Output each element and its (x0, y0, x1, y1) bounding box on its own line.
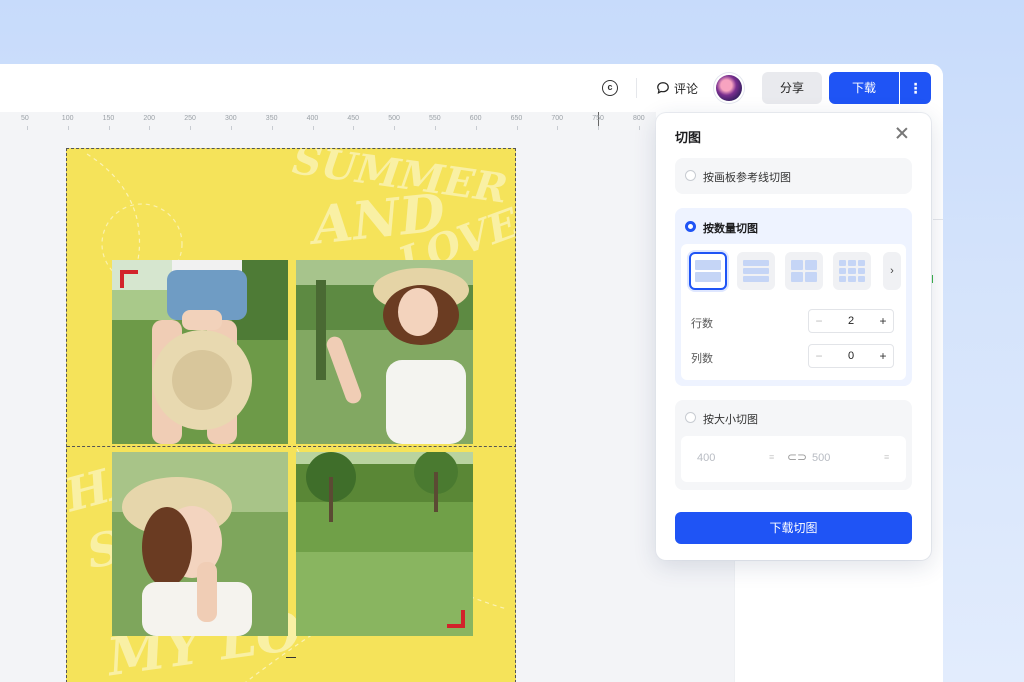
slice-guide-line[interactable] (67, 446, 515, 447)
cols-label: 列数 (691, 353, 713, 365)
corner-marker-bottom-right (447, 610, 465, 628)
layout-preset-1x2[interactable] (689, 252, 727, 290)
option-guides-label: 按画板参考线切图 (703, 172, 791, 184)
ruler-tick-label: 100 (61, 115, 74, 122)
rows-stepper[interactable]: − 2 + (808, 309, 894, 333)
ruler-tick-label: 550 (429, 115, 441, 122)
ruler-tick-label: 600 (469, 115, 482, 122)
cols-value[interactable]: 0 (829, 345, 873, 367)
ruler-tick-label: 700 (551, 115, 564, 122)
panel-title: 切图 (675, 130, 702, 145)
radio-count[interactable] (685, 221, 696, 232)
cols-decrement-button[interactable]: − (809, 345, 829, 367)
cols-stepper[interactable]: − 0 + (808, 344, 894, 368)
artboard[interactable]: SUMMER AND LOVE HA SU MY LO (66, 148, 516, 682)
option-count-label: 按数量切图 (703, 223, 758, 235)
option-slice-by-size[interactable]: 按大小切图 400 ≡ ⊂⊃ 500 ≡ (675, 400, 912, 490)
ruler-tick-label: 750 (592, 115, 604, 122)
status-indicator (931, 275, 933, 283)
cols-increment-button[interactable]: + (873, 345, 893, 367)
ruler-tick-label: 300 (225, 115, 237, 122)
layout-preset-3x3[interactable] (833, 252, 871, 290)
layout-preset-2x2[interactable] (785, 252, 823, 290)
layout-preset-1x3[interactable] (737, 252, 775, 290)
download-button[interactable]: 下载 (829, 72, 899, 104)
comment-icon (657, 82, 669, 94)
share-button[interactable]: 分享 (762, 72, 822, 104)
more-options-button[interactable]: ⋮ (900, 72, 931, 104)
editor-window: c 评论 分享 下载 ⋮ 50 100 150 200 250 300 350 400 450 5… (0, 64, 943, 682)
chevron-right-icon[interactable]: › (883, 252, 901, 290)
option-slice-by-guides[interactable]: 按画板参考线切图 (675, 158, 912, 194)
height-unit-icon: ≡ (884, 452, 890, 462)
download-slices-button[interactable]: 下载切图 (675, 512, 912, 544)
rows-increment-button[interactable]: + (873, 310, 893, 332)
link-ratio-icon[interactable]: ⊂⊃ (787, 450, 807, 464)
size-inputs: 400 ≡ ⊂⊃ 500 ≡ (681, 436, 906, 482)
photo-girl-sunhat-eyes-closed[interactable] (112, 452, 288, 636)
comment-button[interactable]: 评论 (656, 78, 698, 98)
radio-guides[interactable] (685, 170, 696, 181)
ruler-tick-label: 350 (265, 115, 278, 122)
ruler-tick-label: 50 (21, 115, 29, 122)
rows-decrement-button[interactable]: − (809, 310, 829, 332)
copyright-icon[interactable]: c (602, 80, 618, 96)
close-icon[interactable] (895, 126, 909, 140)
comment-label: 评论 (674, 81, 699, 96)
photo-grass-tree-field[interactable] (296, 452, 473, 636)
width-unit-icon: ≡ (769, 452, 775, 462)
ruler-tick-label: 650 (510, 115, 523, 122)
panel-divider (933, 219, 943, 220)
option-size-label: 按大小切图 (703, 414, 758, 426)
count-settings: › 行数 − 2 + 列数 − 0 + (681, 244, 906, 380)
ruler-tick-label: 200 (143, 115, 156, 122)
radio-size[interactable] (685, 412, 696, 423)
toolbar-divider (636, 78, 637, 98)
ruler-tick-label: 150 (102, 115, 115, 122)
option-slice-by-count[interactable]: 按数量切图 › 行数 − 2 + 列数 − 0 + (675, 208, 912, 386)
ruler-tick-label: 450 (347, 115, 360, 122)
photo-girl-holding-hat[interactable] (112, 260, 288, 444)
height-input[interactable]: 500 (812, 452, 830, 464)
rows-value[interactable]: 2 (829, 310, 873, 332)
ruler-tick-label: 400 (306, 115, 319, 122)
rows-label: 行数 (691, 318, 713, 330)
corner-marker-top-left (120, 270, 138, 288)
top-toolbar: c 评论 分享 下载 ⋮ (0, 64, 943, 112)
deco-dash (286, 657, 296, 658)
user-avatar[interactable] (716, 75, 742, 101)
ruler-tick-label: 800 (633, 115, 645, 122)
width-input[interactable]: 400 (697, 452, 715, 464)
ruler-tick-label: 250 (184, 115, 196, 122)
photo-girl-sunhat-white-top[interactable] (296, 260, 473, 444)
ruler-tick-label: 500 (388, 115, 400, 122)
horizontal-ruler: 50 100 150 200 250 300 350 400 450 500 550 600 650 70… (0, 112, 656, 131)
slice-panel: 切图 按画板参考线切图 按数量切图 › 行数 − 2 + 列数 − 0 + 按大… (656, 113, 931, 560)
